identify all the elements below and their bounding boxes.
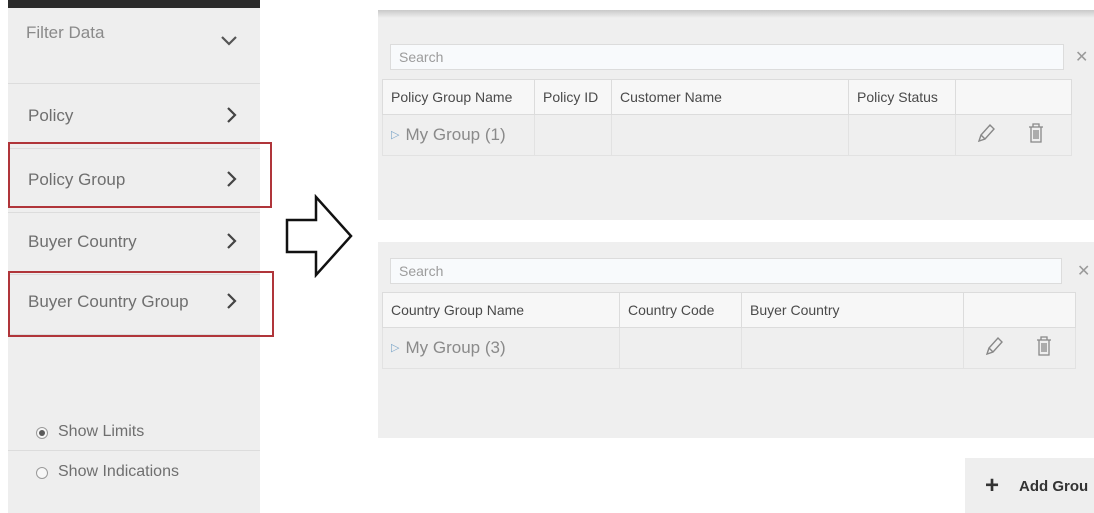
actions-cell — [955, 114, 1072, 156]
close-icon[interactable]: ✕ — [1075, 50, 1088, 66]
chevron-right-icon — [226, 170, 238, 193]
filter-sidebar: Filter Data Policy Policy Group Buyer Co… — [8, 0, 260, 513]
triangle-right-icon[interactable]: ▷ — [391, 342, 399, 354]
column-header-customer-name[interactable]: Customer Name — [611, 79, 849, 115]
customer-name-cell — [611, 114, 849, 156]
sidebar-item-buyer-country[interactable]: Buyer Country — [8, 210, 260, 275]
add-group-label: Add Grou — [1019, 478, 1089, 495]
country-group-search-field[interactable] — [391, 259, 1061, 283]
radio-selected-icon[interactable] — [36, 427, 48, 439]
chevron-right-icon — [226, 232, 238, 255]
filter-data-header[interactable]: Filter Data — [8, 8, 260, 84]
group-name-cell[interactable]: ▷ My Group (1) — [382, 114, 535, 156]
show-limits-label: Show Limits — [58, 423, 145, 440]
chevron-right-icon — [226, 292, 238, 315]
trash-icon[interactable] — [1035, 335, 1053, 362]
arrow-right-outline-icon — [284, 193, 354, 283]
group-name-text: My Group (3) — [405, 338, 506, 357]
column-header-buyer-country[interactable]: Buyer Country — [741, 292, 964, 328]
column-header-country-code[interactable]: Country Code — [619, 292, 742, 328]
plus-icon: + — [985, 472, 1000, 499]
column-header-country-group-name[interactable]: Country Group Name — [382, 292, 620, 328]
table-row[interactable]: ▷ My Group (1) — [382, 114, 1072, 156]
group-name-text: My Group (1) — [405, 125, 506, 144]
policy-group-search-field[interactable] — [391, 45, 1063, 69]
filter-data-label: Filter Data — [26, 23, 105, 42]
policy-id-cell — [534, 114, 612, 156]
country-group-table: Country Group Name Country Code Buyer Co… — [382, 292, 1076, 369]
sidebar-item-buyer-country-group[interactable]: Buyer Country Group — [8, 270, 260, 335]
pencil-icon[interactable] — [984, 335, 1004, 362]
divider — [8, 450, 260, 451]
policy-group-search-input[interactable] — [390, 44, 1064, 70]
column-header-actions — [963, 292, 1076, 328]
pencil-icon[interactable] — [976, 122, 996, 149]
panel-top-shadow — [378, 10, 1094, 18]
add-group-button[interactable]: + Add Grou — [965, 458, 1094, 513]
table-header-row: Policy Group Name Policy ID Customer Nam… — [382, 79, 1072, 115]
chevron-right-icon — [226, 106, 238, 129]
close-icon[interactable]: ✕ — [1077, 264, 1090, 280]
column-header-policy-group-name[interactable]: Policy Group Name — [382, 79, 535, 115]
sidebar-top-bar — [8, 0, 260, 8]
country-group-search-input[interactable] — [390, 258, 1062, 284]
column-header-policy-id[interactable]: Policy ID — [534, 79, 612, 115]
sidebar-item-label: Policy Group — [28, 170, 126, 189]
group-name-cell[interactable]: ▷ My Group (3) — [382, 327, 620, 369]
sidebar-item-policy[interactable]: Policy — [8, 84, 260, 149]
trash-icon[interactable] — [1027, 122, 1045, 149]
triangle-right-icon[interactable]: ▷ — [391, 129, 399, 141]
show-indications-label: Show Indications — [58, 463, 179, 480]
column-header-actions — [955, 79, 1072, 115]
radio-unselected-icon[interactable] — [36, 467, 48, 479]
chevron-down-icon[interactable] — [220, 34, 238, 52]
sidebar-item-label: Buyer Country Group — [28, 292, 189, 311]
sidebar-item-policy-group[interactable]: Policy Group — [8, 148, 260, 213]
sidebar-item-label: Policy — [28, 106, 74, 125]
table-row[interactable]: ▷ My Group (3) — [382, 327, 1076, 369]
actions-cell — [963, 327, 1076, 369]
sidebar-item-label: Buyer Country — [28, 232, 137, 251]
table-header-row: Country Group Name Country Code Buyer Co… — [382, 292, 1076, 328]
column-header-policy-status[interactable]: Policy Status — [848, 79, 956, 115]
policy-group-table: Policy Group Name Policy ID Customer Nam… — [382, 79, 1072, 156]
buyer-country-cell — [741, 327, 964, 369]
country-code-cell — [619, 327, 742, 369]
policy-status-cell — [848, 114, 956, 156]
